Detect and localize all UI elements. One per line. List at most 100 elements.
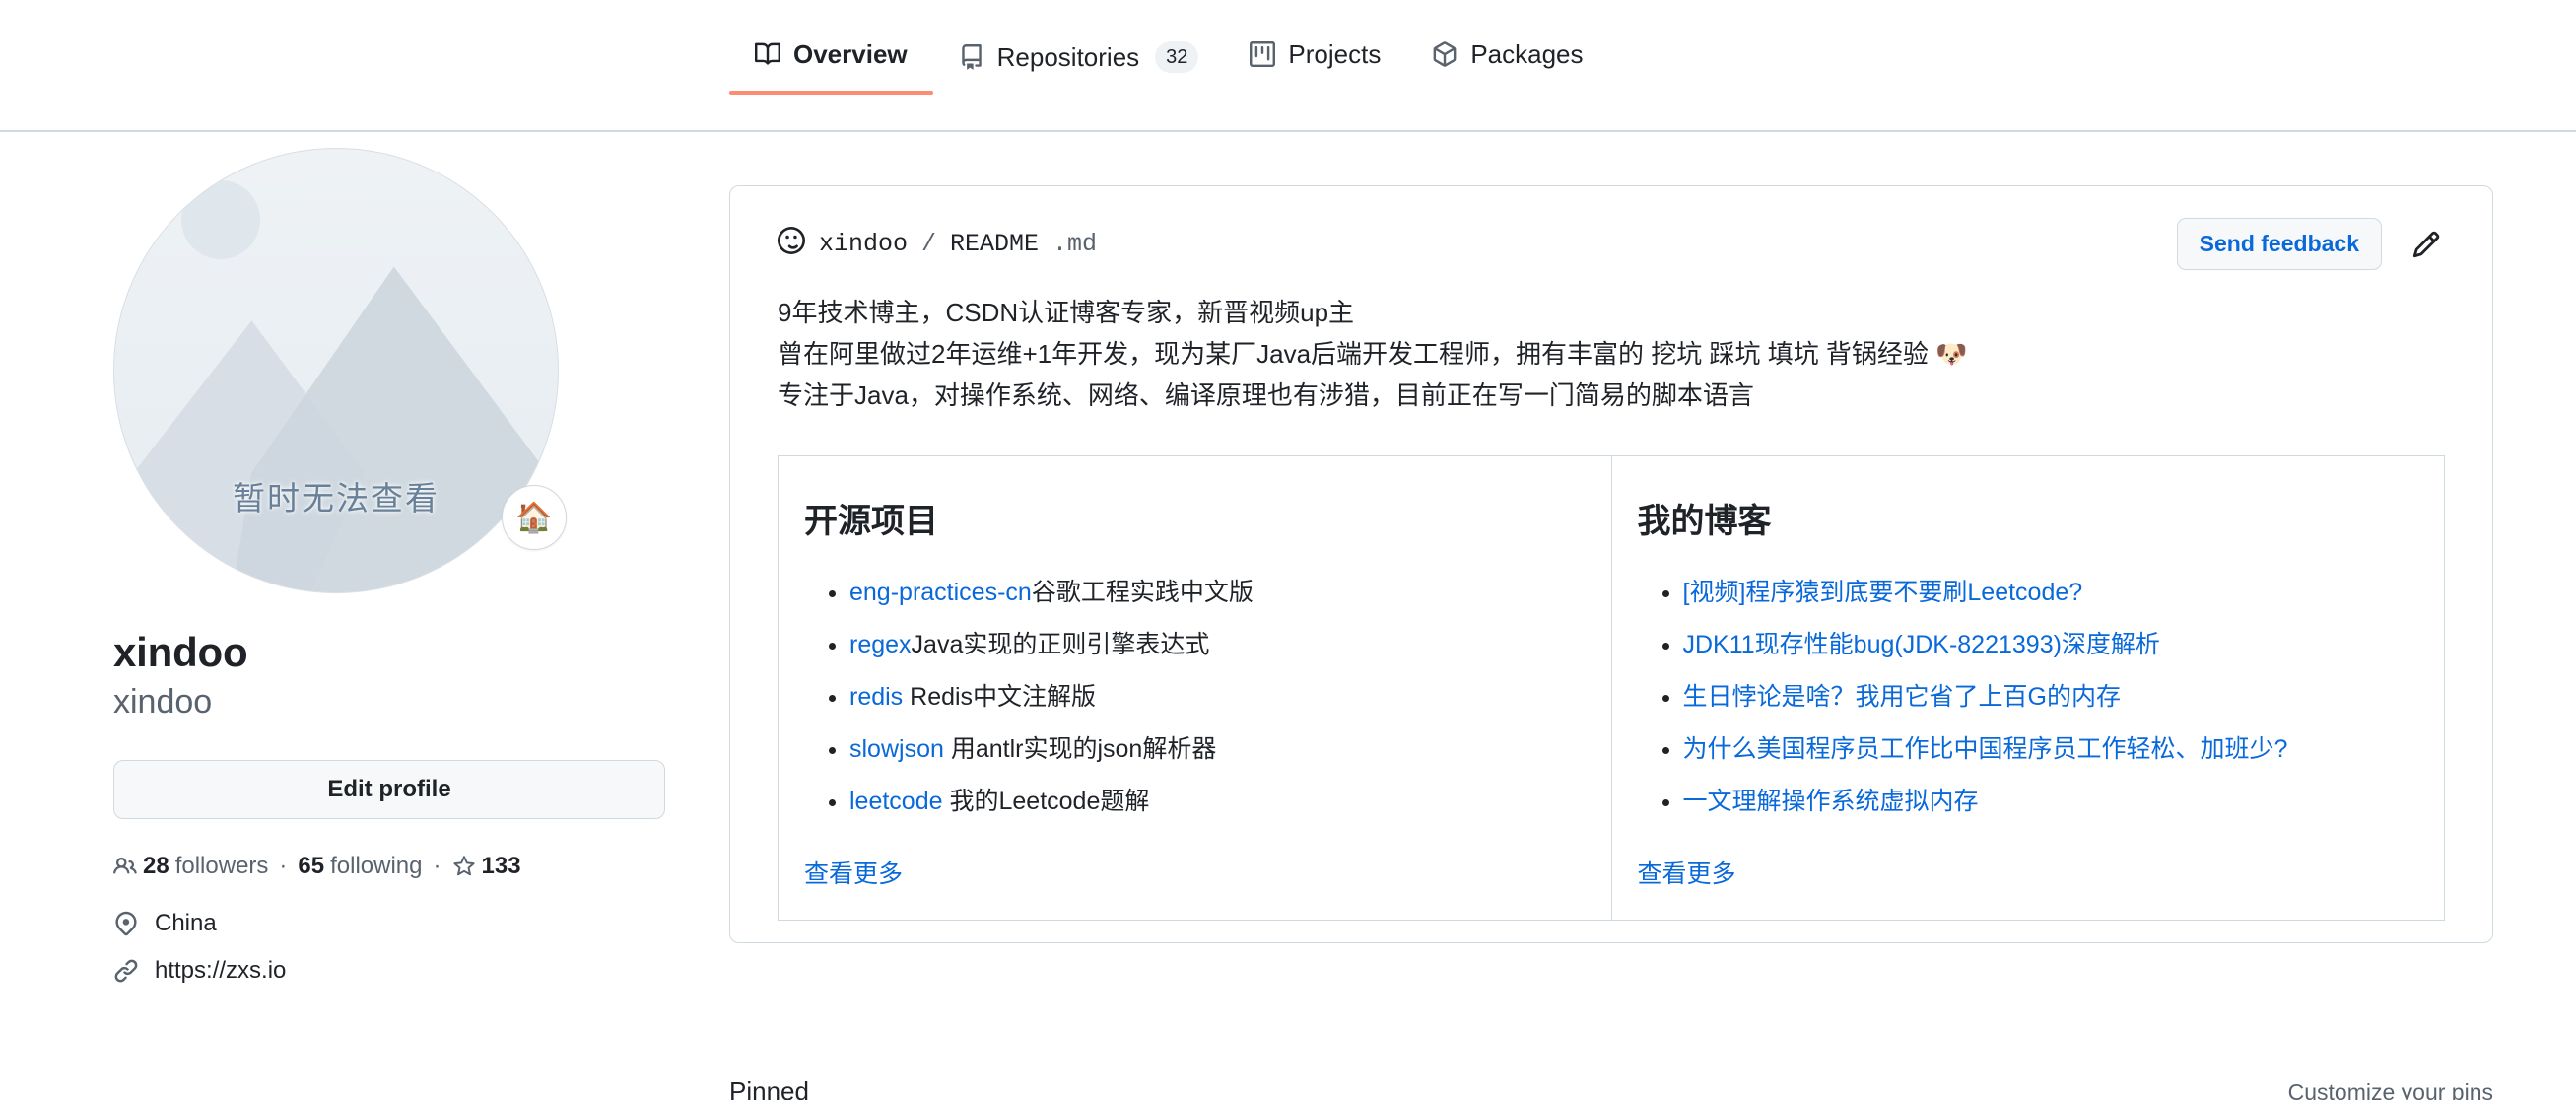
project-desc: Redis中文注解版 bbox=[903, 683, 1096, 711]
edit-readme-button[interactable] bbox=[2407, 226, 2445, 263]
blog-link[interactable]: JDK11现存性能bug(JDK-8221393)深度解析 bbox=[1683, 631, 2160, 658]
book-icon bbox=[755, 41, 780, 67]
project-link[interactable]: leetcode bbox=[849, 788, 943, 815]
list-item: JDK11现存性能bug(JDK-8221393)深度解析 bbox=[1683, 626, 2415, 663]
blog-more-link[interactable]: 查看更多 bbox=[1638, 855, 1736, 890]
profile-login: xindoo bbox=[113, 681, 665, 723]
package-icon bbox=[1432, 41, 1457, 67]
project-link[interactable]: slowjson bbox=[849, 735, 944, 763]
tab-overview[interactable]: Overview bbox=[729, 41, 933, 93]
profile-website[interactable]: https://zxs.io bbox=[113, 957, 665, 985]
avatar-placeholder-mountain-icon bbox=[114, 149, 558, 592]
list-item: [视频]程序猿到底要不要刷Leetcode? bbox=[1683, 574, 2415, 611]
bio-line-2: 曾在阿里做过2年运维+1年开发，现为某厂Java后端开发工程师，拥有丰富的 挖坑… bbox=[778, 333, 2445, 375]
projects-heading: 开源项目 bbox=[804, 500, 1582, 543]
tab-packages[interactable]: Packages bbox=[1406, 41, 1608, 93]
readme-breadcrumb: xindoo / README .md bbox=[778, 227, 1097, 262]
blog-link[interactable]: 生日悖论是啥？我用它省了上百G的内存 bbox=[1683, 683, 2121, 711]
tab-repositories-count: 32 bbox=[1155, 41, 1198, 73]
tab-projects[interactable]: Projects bbox=[1224, 41, 1406, 93]
star-icon bbox=[452, 855, 476, 878]
profile-sidebar: 暂时无法查看 🏠 xindoo xindoo Edit profile 28 f… bbox=[113, 148, 665, 1004]
tab-list: Overview Repositories 32 Projects bbox=[729, 41, 1609, 99]
counts-separator-2: · bbox=[432, 853, 443, 880]
readme-filename-base[interactable]: README bbox=[950, 230, 1039, 258]
profile-full-name: xindoo bbox=[113, 627, 665, 679]
people-icon bbox=[113, 855, 137, 878]
readme-filename-ext: .md bbox=[1052, 230, 1097, 258]
avatar-wrap: 暂时无法查看 🏠 bbox=[113, 148, 559, 593]
edit-profile-button[interactable]: Edit profile bbox=[113, 760, 665, 819]
readme-header-actions: Send feedback bbox=[2177, 218, 2445, 270]
avatar[interactable]: 暂时无法查看 bbox=[113, 148, 559, 593]
blog-link[interactable]: 为什么美国程序员工作比中国程序员工作轻松、加班少? bbox=[1683, 735, 2288, 763]
table-row: 开源项目 eng-practices-cn谷歌工程实践中文版 regexJava… bbox=[779, 456, 2445, 920]
project-desc: 我的Leetcode题解 bbox=[943, 788, 1150, 815]
readme-header: xindoo / README .md Send feedback bbox=[730, 186, 2492, 270]
social-counts: 28 followers · 65 following · 133 bbox=[113, 853, 665, 880]
status-badge[interactable]: 🏠 bbox=[502, 485, 567, 550]
tab-repositories[interactable]: Repositories 32 bbox=[933, 41, 1225, 99]
project-link[interactable]: eng-practices-cn bbox=[849, 579, 1032, 606]
projects-list: eng-practices-cn谷歌工程实践中文版 regexJava实现的正则… bbox=[804, 574, 1582, 820]
repo-icon bbox=[959, 44, 984, 70]
blog-link[interactable]: [视频]程序猿到底要不要刷Leetcode? bbox=[1683, 579, 2083, 606]
profile-website-text: https://zxs.io bbox=[155, 957, 286, 985]
readme-table: 开源项目 eng-practices-cn谷歌工程实践中文版 regexJava… bbox=[778, 455, 2445, 920]
readme-bio: 9年技术博主，CSDN认证博客专家，新晋视频up主 曾在阿里做过2年运维+1年开… bbox=[730, 270, 2492, 416]
counts-separator-1: · bbox=[277, 853, 289, 880]
following-link[interactable]: 65 following bbox=[298, 853, 422, 880]
readme-path-separator: / bbox=[921, 230, 936, 258]
followers-count: 28 bbox=[143, 853, 169, 880]
readme-owner[interactable]: xindoo bbox=[819, 230, 908, 258]
list-item: 一文理解操作系统虚拟内存 bbox=[1683, 783, 2415, 820]
blog-link[interactable]: 一文理解操作系统虚拟内存 bbox=[1683, 788, 1979, 815]
blog-heading: 我的博客 bbox=[1638, 500, 2415, 543]
bio-line-1: 9年技术博主，CSDN认证博客专家，新晋视频up主 bbox=[778, 292, 2445, 333]
link-icon bbox=[113, 958, 139, 984]
project-desc: 用antlr实现的json解析器 bbox=[944, 735, 1216, 763]
project-link[interactable]: redis bbox=[849, 683, 903, 711]
readme-column-projects: 开源项目 eng-practices-cn谷歌工程实践中文版 regexJava… bbox=[779, 456, 1612, 920]
list-item: 为什么美国程序员工作比中国程序员工作轻松、加班少? bbox=[1683, 730, 2415, 768]
location-pin-icon bbox=[113, 911, 139, 936]
following-label: following bbox=[330, 853, 422, 880]
tab-overview-label: Overview bbox=[793, 41, 908, 67]
followers-link[interactable]: 28 followers bbox=[113, 853, 268, 880]
profile-location: China bbox=[113, 910, 665, 937]
pinned-section-header: Pinned Customize your pins bbox=[729, 1076, 2493, 1100]
github-profile-page: Overview Repositories 32 Projects bbox=[0, 0, 2576, 1100]
stars-count: 133 bbox=[482, 853, 521, 880]
list-item: slowjson 用antlr实现的json解析器 bbox=[849, 730, 1582, 768]
stars-link[interactable]: 133 bbox=[452, 853, 521, 880]
project-link[interactable]: regex bbox=[849, 631, 912, 658]
profile-nav-tabs: Overview Repositories 32 Projects bbox=[0, 0, 2576, 132]
smiley-icon bbox=[778, 227, 805, 262]
list-item: redis Redis中文注解版 bbox=[849, 678, 1582, 716]
name-block: xindoo xindoo bbox=[113, 627, 665, 722]
list-item: regexJava实现的正则引擎表达式 bbox=[849, 626, 1582, 663]
project-desc: Java实现的正则引擎表达式 bbox=[912, 631, 1210, 658]
projects-more-link[interactable]: 查看更多 bbox=[804, 855, 903, 890]
pinned-title: Pinned bbox=[729, 1076, 809, 1100]
profile-readme-card: xindoo / README .md Send feedback 9年技术博主，… bbox=[729, 185, 2493, 943]
pencil-icon bbox=[2411, 247, 2441, 262]
customize-pins-link[interactable]: Customize your pins bbox=[2288, 1079, 2493, 1100]
blog-list: [视频]程序猿到底要不要刷Leetcode? JDK11现存性能bug(JDK-… bbox=[1638, 574, 2415, 820]
project-desc: 谷歌工程实践中文版 bbox=[1032, 579, 1254, 606]
bio-line-3: 专注于Java，对操作系统、网络、编译原理也有涉猎，目前正在写一门简易的脚本语言 bbox=[778, 375, 2445, 416]
list-item: 生日悖论是啥？我用它省了上百G的内存 bbox=[1683, 678, 2415, 716]
tab-projects-label: Projects bbox=[1288, 41, 1381, 67]
list-item: eng-practices-cn谷歌工程实践中文版 bbox=[849, 574, 1582, 611]
following-count: 65 bbox=[298, 853, 324, 880]
followers-label: followers bbox=[175, 853, 269, 880]
profile-location-text: China bbox=[155, 910, 217, 937]
tab-repositories-label: Repositories bbox=[997, 44, 1140, 70]
readme-column-blog: 我的博客 [视频]程序猿到底要不要刷Leetcode? JDK11现存性能bug… bbox=[1611, 456, 2445, 920]
profile-meta-list: China https://zxs.io bbox=[113, 910, 665, 985]
tab-packages-label: Packages bbox=[1470, 41, 1583, 67]
avatar-placeholder-text: 暂时无法查看 bbox=[114, 472, 558, 519]
list-item: leetcode 我的Leetcode题解 bbox=[849, 783, 1582, 820]
project-icon bbox=[1250, 41, 1275, 67]
send-feedback-button[interactable]: Send feedback bbox=[2177, 218, 2382, 270]
